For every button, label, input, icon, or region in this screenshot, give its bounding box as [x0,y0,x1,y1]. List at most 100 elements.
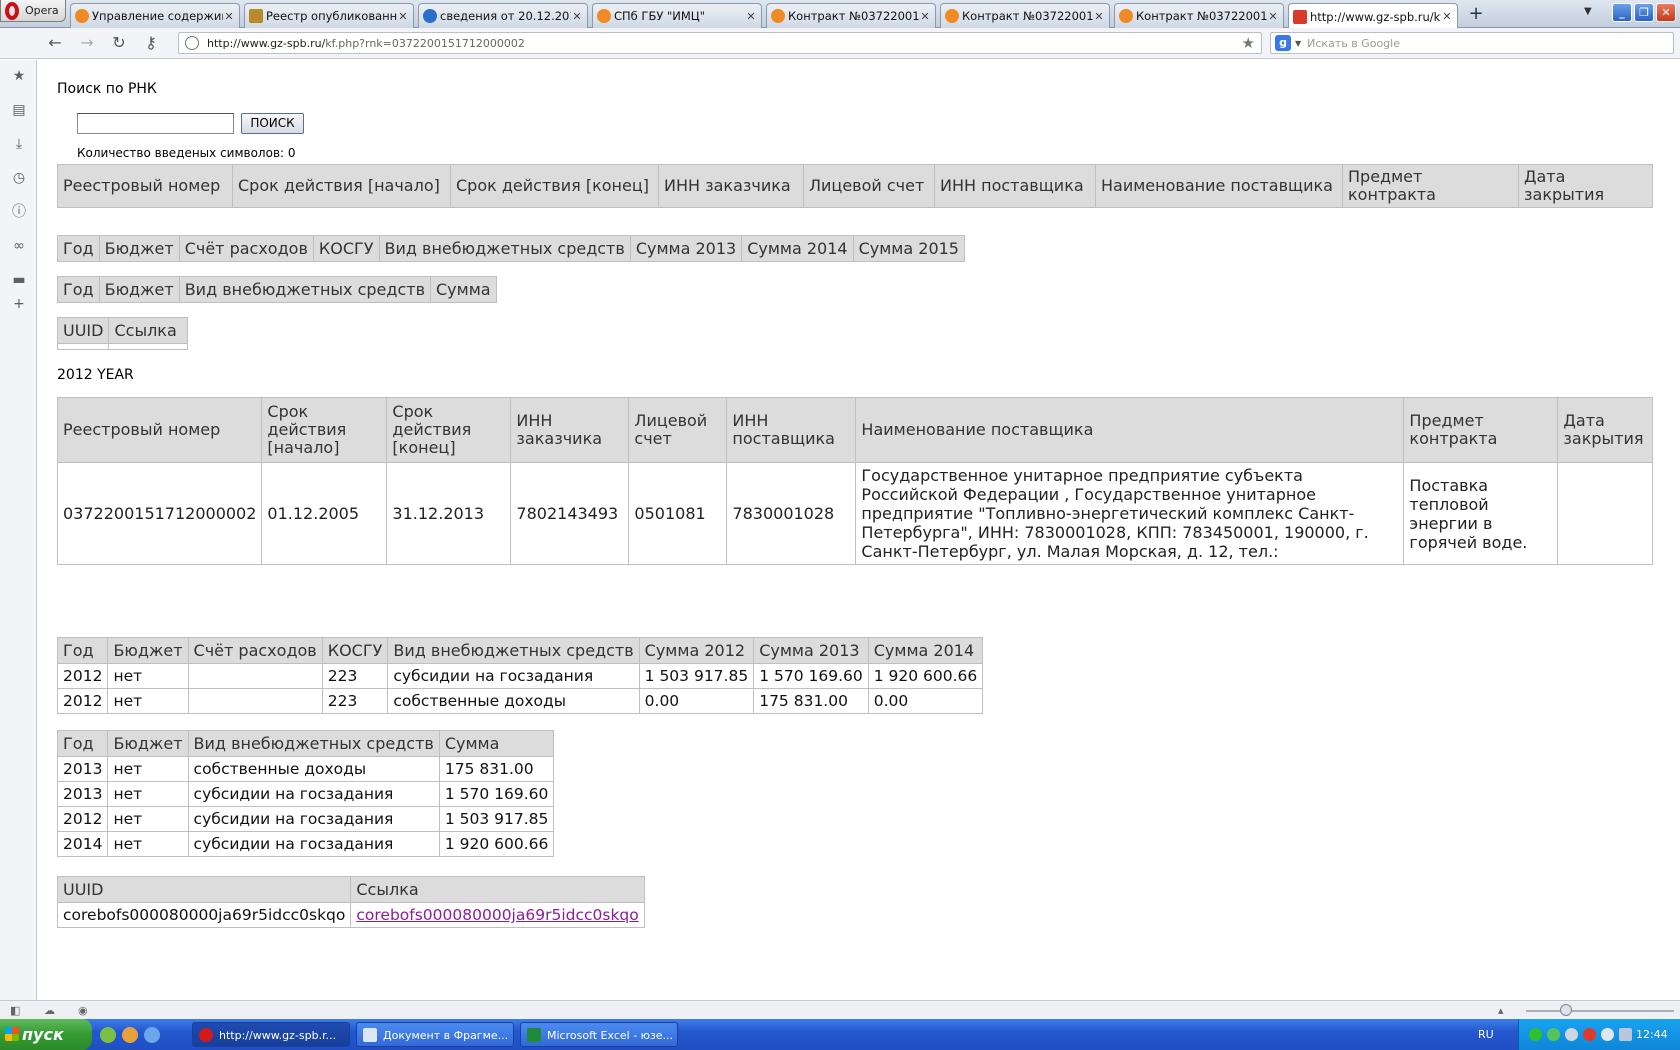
tab-0[interactable]: Управление содержим...✕ [70,3,240,28]
zoom-slider-handle[interactable] [1560,1004,1572,1016]
zoom-slider[interactable] [1526,1010,1674,1012]
tray-icon[interactable] [1529,1028,1542,1041]
task-opera[interactable]: http://www.gz-spb.r... [192,1022,350,1047]
new-tab-button[interactable]: + [1466,5,1486,25]
contract-table: Реестровый номер Срок действия [начало] … [56,397,1653,565]
empty-row [56,343,189,350]
cell: 175 831.00 [438,756,555,782]
close-tab-icon[interactable]: ✕ [1267,10,1279,23]
address-toolbar: ← → ↻ ⚷ http://www.gz-spb.ru/kf.php?rnk=… [0,28,1680,59]
tab-title: Реестр опубликованны... [266,9,397,23]
back-arrow-icon[interactable]: ← [44,33,66,53]
restore-button[interactable]: ❐ [1634,3,1654,22]
rnk-search-input[interactable] [77,113,234,134]
table-row: 0372200151712000002 01.12.2005 31.12.201… [56,462,1653,565]
close-window-button[interactable]: ✕ [1656,3,1676,22]
bookmark-star-icon[interactable]: ★ [1242,34,1255,52]
favicon-icon [249,9,263,23]
view-up-icon[interactable]: ▴ [1498,1004,1511,1017]
col-header: Счёт расходов [178,235,314,262]
char-count-label: Количество введеных символов: 0 [77,146,296,160]
opera-menu-button[interactable]: Opera [0,0,66,22]
globe-icon [185,36,199,50]
speed-dial-icon[interactable]: ◉ [78,1004,91,1017]
volume-icon[interactable] [1601,1028,1614,1041]
key-icon[interactable]: ⚷ [140,33,162,53]
col-header: Вид внебюджетных средств [187,730,440,757]
start-button[interactable]: пуск [0,1019,92,1050]
links-icon[interactable]: ∞ [11,238,27,254]
col-header: ИНН заказчика [510,397,630,463]
url-text: http://www.gz-spb.ru/kf.php?rnk=03722001… [207,36,525,50]
tab-title: сведения от 20.12.201... [440,9,571,23]
col-header: Реестровый номер [56,397,263,463]
close-tab-icon[interactable]: ✕ [1441,10,1453,23]
cell: 0.00 [867,688,984,714]
info-icon[interactable]: ⓘ [11,204,27,220]
forward-arrow-icon[interactable]: → [76,33,98,53]
close-tab-icon[interactable]: ✕ [919,10,931,23]
col-header: Наименование поставщика [855,397,1405,463]
minimize-button[interactable]: _ [1612,3,1632,22]
history-clock-icon[interactable]: ◷ [11,170,27,186]
cell-subject: Поставка тепловой энергии в горячей воде… [1403,462,1559,565]
cell-start-date: 01.12.2005 [261,462,388,565]
chrome-icon[interactable] [122,1027,138,1043]
windows-icon[interactable]: ▬ [11,272,27,288]
header-row: UUID Ссылка [56,876,645,903]
tab-3[interactable]: СПб ГБУ "ИМЦ" ✕ [592,3,762,28]
search-button[interactable]: ПОИСК [241,113,304,134]
task-excel[interactable]: Microsoft Excel - юзе... [520,1022,678,1047]
cell: 2014 [56,831,109,857]
quicklaunch-icon[interactable] [100,1027,116,1043]
language-indicator[interactable]: RU [1478,1028,1494,1041]
tray-icon[interactable] [1565,1028,1578,1041]
uuid-link[interactable]: corebofs000080000ja69r5idcc0skqo [356,906,638,924]
close-tab-icon[interactable]: ✕ [1093,10,1105,23]
network-icon[interactable] [1619,1028,1632,1041]
col-header: Сумма [430,276,497,303]
cloud-icon[interactable]: ☁ [44,1004,57,1017]
add-panel-icon[interactable]: + [11,296,27,312]
close-tab-icon[interactable]: ✕ [571,10,583,23]
tab-1[interactable]: Реестр опубликованны...✕ [244,3,414,28]
cell: нет [107,756,189,782]
notes-icon[interactable]: ▤ [11,102,27,118]
cell: собственные доходы [387,688,640,714]
ie-icon[interactable] [144,1027,160,1043]
tab-strip: Управление содержим...✕ Реестр опубликов… [70,3,1462,29]
search-field[interactable]: g ▼ Искать в Google [1270,32,1674,54]
bookmarks-star-icon[interactable]: ★ [11,68,27,84]
favicon-icon [1293,9,1307,24]
cell: 1 570 169.60 [753,663,869,689]
tray-icon[interactable] [1583,1028,1596,1041]
tab-5[interactable]: Контракт №037220015...✕ [940,3,1110,28]
tab-list-chevron-icon[interactable]: ▼ [1584,6,1592,17]
panel-toggle-icon[interactable]: ◧ [10,1004,23,1017]
table-row: 2012 нет 223 субсидии на госзадания 1 50… [56,663,984,689]
tray-icon[interactable] [1547,1028,1560,1041]
close-tab-icon[interactable]: ✕ [745,10,757,23]
tab-2[interactable]: сведения от 20.12.201...✕ [418,3,588,28]
close-tab-icon[interactable]: ✕ [397,10,409,23]
tab-4[interactable]: Контракт №037220015...✕ [766,3,936,28]
col-header: ИНН поставщика [726,397,857,463]
tab-6[interactable]: Контракт №037220015...✕ [1114,3,1284,28]
cell-supplier-name: Государственное унитарное предприятие су… [855,462,1405,565]
tab-7-active[interactable]: http://www.gz-spb.ru/kf... ✕ [1288,3,1458,29]
downloads-icon[interactable]: ⤓ [11,136,27,152]
cell: нет [107,806,189,832]
address-field[interactable]: http://www.gz-spb.ru/kf.php?rnk=03722001… [178,32,1262,54]
close-tab-icon[interactable]: ✕ [223,10,235,23]
col-header: Лицевой счет [628,397,728,463]
header-row: Год Бюджет Счёт расходов КОСГУ Вид внебю… [56,637,984,664]
cell-customer-inn: 7802143493 [510,462,630,565]
reload-icon[interactable]: ↻ [108,33,130,53]
clock[interactable]: 12:44 [1636,1028,1668,1041]
chevron-down-icon[interactable]: ▼ [1295,39,1301,48]
opera-menu-label: Opera [25,4,59,17]
search-placeholder: Искать в Google [1307,36,1400,50]
col-header: ИНН заказчика [658,164,804,208]
status-bar: ◧ ☁ ◉ ▴ [0,1000,1680,1019]
task-document[interactable]: Документ в Фрагме... [356,1022,514,1047]
